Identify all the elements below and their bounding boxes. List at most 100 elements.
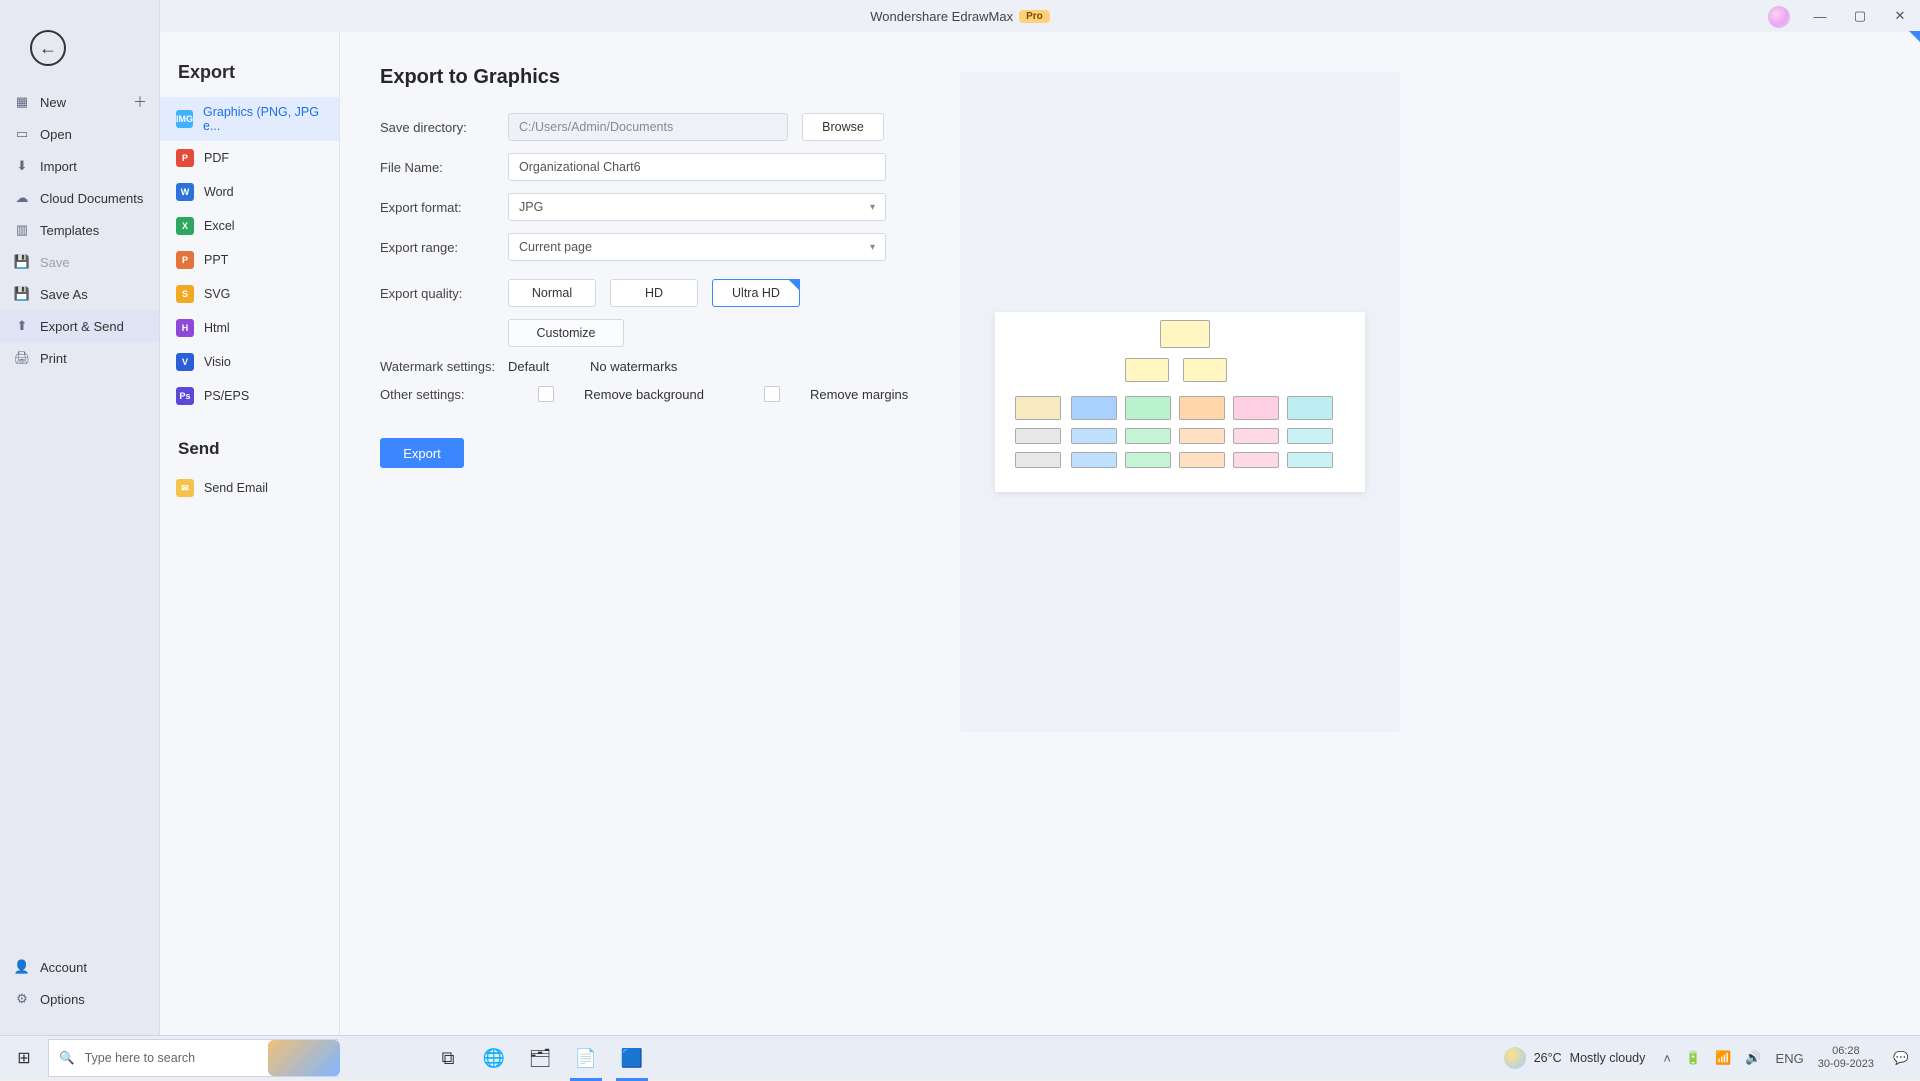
preview-panel	[960, 72, 1400, 732]
start-button[interactable]: ⊞	[0, 1036, 48, 1081]
action-center-icon[interactable]: 💬	[1882, 1036, 1920, 1081]
plus-square-icon: ▦	[14, 94, 30, 110]
templates-icon: ▥	[14, 222, 30, 238]
watermark-none[interactable]: No watermarks	[590, 359, 734, 374]
quality-normal[interactable]: Normal	[508, 279, 596, 307]
send-header: Send	[160, 413, 339, 471]
sidebar-item-open[interactable]: ▭ Open	[0, 118, 159, 150]
mail-icon: ✉	[176, 479, 194, 497]
export-item-graphics[interactable]: IMG Graphics (PNG, JPG e...	[160, 97, 339, 141]
file-explorer-icon[interactable]: 🗂	[518, 1036, 562, 1081]
search-highlight-icon[interactable]	[268, 1040, 340, 1076]
search-icon: 🔍	[59, 1051, 75, 1066]
tray-date: 30-09-2023	[1818, 1058, 1874, 1071]
sidebar-item-export-send[interactable]: ⬆ Export & Send	[0, 310, 159, 342]
export-item-pdf[interactable]: P PDF	[160, 141, 339, 175]
quality-hd[interactable]: HD	[610, 279, 698, 307]
export-item-word[interactable]: W Word	[160, 175, 339, 209]
sidebar-item-label: Options	[40, 992, 85, 1007]
tray-volume-icon[interactable]: 🔊	[1745, 1050, 1761, 1066]
send-item-label: Send Email	[204, 481, 268, 495]
sidebar-item-label: New	[40, 95, 66, 110]
watermark-default[interactable]: Default	[508, 359, 590, 374]
search-placeholder: Type here to search	[85, 1051, 195, 1065]
sidebar-item-label: Account	[40, 960, 87, 975]
taskbar-weather[interactable]: 26°C Mostly cloudy	[1504, 1047, 1646, 1069]
sidebar-item-new[interactable]: ▦ New ＋	[0, 86, 159, 118]
export-item-visio[interactable]: V Visio	[160, 345, 339, 379]
quality-ultra-hd[interactable]: Ultra HD	[712, 279, 800, 307]
sidebar-item-label: Save As	[40, 287, 88, 302]
sidebar-item-label: Import	[40, 159, 77, 174]
chevron-down-icon: ▾	[870, 242, 875, 253]
sidebar-item-options[interactable]: ⚙ Options	[0, 983, 159, 1015]
title-center: Wondershare EdrawMax Pro	[0, 9, 1920, 24]
html-file-icon: H	[176, 319, 194, 337]
sidebar-item-print[interactable]: 🖨 Print	[0, 342, 159, 374]
sidebar-item-label: Templates	[40, 223, 99, 238]
pdf-file-icon: P	[176, 149, 194, 167]
sidebar-item-save-as[interactable]: 💾 Save As	[0, 278, 159, 310]
label-export-quality: Export quality:	[380, 286, 508, 301]
tray-datetime[interactable]: 06:28 30-09-2023	[1818, 1045, 1874, 1071]
checkbox-icon[interactable]	[538, 386, 554, 402]
plus-icon[interactable]: ＋	[133, 92, 147, 112]
export-item-ps-eps[interactable]: Ps PS/EPS	[160, 379, 339, 413]
minimize-button[interactable]: —	[1800, 0, 1840, 32]
tray-time: 06:28	[1818, 1045, 1874, 1058]
window-controls: — ▢ ✕	[1800, 0, 1920, 32]
ppt-file-icon: P	[176, 251, 194, 269]
weather-text: Mostly cloudy	[1570, 1051, 1646, 1065]
file-name-input[interactable]	[508, 153, 886, 181]
preview-image	[995, 312, 1365, 492]
tray-chevron-up-icon[interactable]: ˄	[1663, 1051, 1671, 1066]
remove-margins-option[interactable]: Remove margins	[764, 386, 938, 402]
export-item-ppt[interactable]: P PPT	[160, 243, 339, 277]
checkbox-icon[interactable]	[764, 386, 780, 402]
export-format-select[interactable]: JPG ▾	[508, 193, 886, 221]
export-button[interactable]: Export	[380, 438, 464, 468]
sidebar-item-import[interactable]: ⬇ Import	[0, 150, 159, 182]
sidebar-list: ▦ New ＋ ▭ Open ⬇ Import ☁ Cloud Document…	[0, 86, 159, 951]
edge-icon[interactable]: 🌐	[472, 1036, 516, 1081]
sidebar-item-account[interactable]: 👤 Account	[0, 951, 159, 983]
export-item-excel[interactable]: X Excel	[160, 209, 339, 243]
weather-temp: 26°C	[1534, 1051, 1562, 1065]
export-column: Export IMG Graphics (PNG, JPG e... P PDF…	[160, 32, 340, 1035]
weather-icon	[1504, 1047, 1526, 1069]
title-bar: Wondershare EdrawMax Pro — ▢ ✕	[0, 0, 1920, 32]
export-item-label: SVG	[204, 287, 230, 301]
label-export-range: Export range:	[380, 240, 508, 255]
export-item-label: Word	[204, 185, 234, 199]
label-watermark: Watermark settings:	[380, 359, 508, 374]
excel-file-icon: X	[176, 217, 194, 235]
export-item-label: PS/EPS	[204, 389, 249, 403]
close-button[interactable]: ✕	[1880, 0, 1920, 32]
tray-wifi-icon[interactable]: 📶	[1715, 1050, 1731, 1066]
tray-battery-icon[interactable]: 🔋	[1685, 1050, 1701, 1066]
org-chart-preview	[995, 312, 1365, 492]
customize-button[interactable]: Customize	[508, 319, 624, 347]
sidebar-item-label: Cloud Documents	[40, 191, 143, 206]
sidebar-item-label: Export & Send	[40, 319, 124, 334]
task-view-icon[interactable]: ⧉	[426, 1036, 470, 1081]
edrawmax-app-icon[interactable]: 🟦	[610, 1036, 654, 1081]
export-item-svg[interactable]: S SVG	[160, 277, 339, 311]
word-app-icon[interactable]: 📄	[564, 1036, 608, 1081]
user-avatar[interactable]	[1768, 6, 1790, 28]
tray-language-icon[interactable]: ENG	[1776, 1051, 1804, 1066]
export-item-label: Excel	[204, 219, 235, 233]
sidebar-item-templates[interactable]: ▥ Templates	[0, 214, 159, 246]
remove-background-option[interactable]: Remove background	[538, 386, 734, 402]
sidebar-item-save: 💾 Save	[0, 246, 159, 278]
send-item-email[interactable]: ✉ Send Email	[160, 471, 339, 505]
save-as-icon: 💾	[14, 286, 30, 302]
export-item-html[interactable]: H Html	[160, 311, 339, 345]
taskbar-apps: ⧉ 🌐 🗂 📄 🟦	[426, 1036, 654, 1081]
maximize-button[interactable]: ▢	[1840, 0, 1880, 32]
export-header: Export	[160, 62, 339, 97]
export-range-select[interactable]: Current page ▾	[508, 233, 886, 261]
back-button[interactable]: ←	[30, 30, 66, 66]
browse-button[interactable]: Browse	[802, 113, 884, 141]
sidebar-item-cloud[interactable]: ☁ Cloud Documents	[0, 182, 159, 214]
